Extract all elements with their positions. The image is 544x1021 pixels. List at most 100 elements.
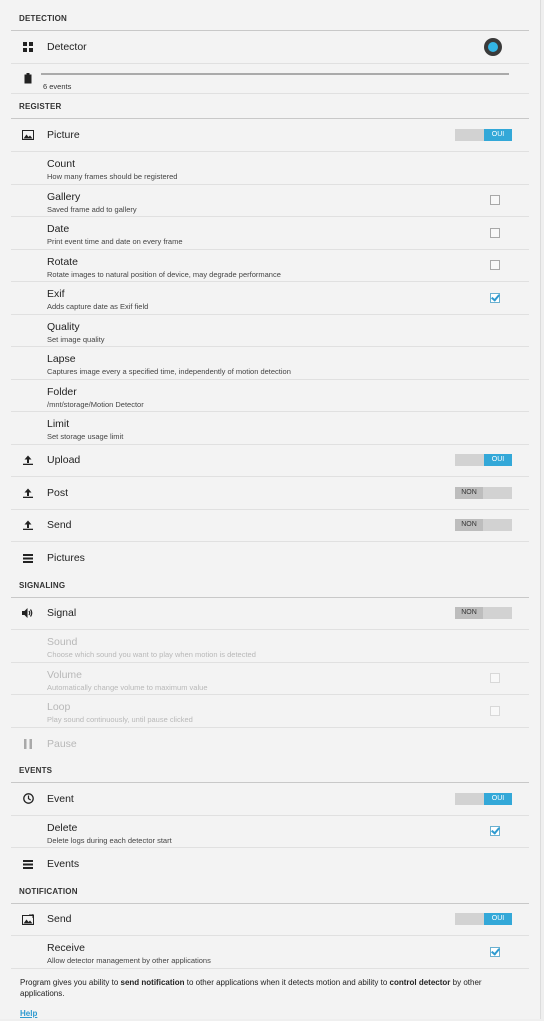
upload-toggle-label: OUI (484, 454, 512, 467)
picture-title: Picture (47, 129, 80, 141)
grid-icon (21, 40, 35, 54)
volume-row: Volume Automatically change volume to ma… (11, 663, 529, 695)
volume-checkbox (490, 673, 500, 684)
lapse-row[interactable]: Lapse Captures image every a specified t… (11, 347, 529, 380)
date-row[interactable]: Date Print event time and date on every … (11, 217, 529, 250)
detector-radio-dot (488, 42, 498, 52)
delete-title: Delete (47, 821, 78, 834)
exif-row[interactable]: Exif Adds capture date as Exif field (11, 282, 529, 315)
post-toggle-label: NON (455, 486, 483, 499)
signal-title: Signal (47, 607, 77, 620)
lapse-title: Lapse (47, 353, 76, 365)
receive-summary: Allow detector management by other appli… (47, 956, 211, 965)
detector-row[interactable]: Detector (11, 31, 529, 64)
speaker-icon (21, 606, 35, 620)
folder-row[interactable]: Folder /mnt/storage/Motion Detector (11, 380, 529, 412)
count-row[interactable]: Count How many frames should be register… (11, 152, 529, 185)
upload-toggle[interactable]: OUI (455, 454, 512, 467)
footer-text-1: Program gives you ability to (20, 977, 121, 987)
delete-summary: Delete logs during each detector start (47, 835, 172, 845)
notification-send-row[interactable]: Send OUI (11, 904, 529, 936)
footer-bold-2: control detector (389, 977, 451, 987)
section-header-register: REGISTER (11, 96, 529, 119)
receive-title: Receive (47, 942, 85, 954)
limit-summary: Set storage usage limit (47, 432, 124, 441)
receive-row[interactable]: Receive Allow detector management by oth… (11, 936, 529, 969)
upload-row[interactable]: Upload OUI (11, 445, 529, 477)
pause-row: Pause (11, 728, 529, 761)
exif-checkbox[interactable] (490, 292, 500, 303)
rotate-title: Rotate (47, 255, 78, 268)
signal-toggle-label: NON (455, 607, 483, 620)
section-header-events: EVENTS (11, 760, 529, 783)
loop-title: Loop (47, 701, 71, 713)
upload-icon (21, 486, 35, 500)
date-summary: Print event time and date on every frame (47, 237, 183, 246)
receive-checkbox[interactable] (490, 946, 500, 957)
count-title: Count (47, 158, 76, 170)
limit-row[interactable]: Limit Set storage usage limit (11, 412, 529, 445)
gallery-title: Gallery (47, 190, 81, 203)
loop-checkbox (490, 705, 500, 716)
detector-radio[interactable] (484, 38, 502, 56)
loop-row: Loop Play sound continuously, until paus… (11, 695, 529, 728)
folder-summary: /mnt/storage/Motion Detector (47, 399, 144, 409)
quality-row[interactable]: Quality Set image quality (11, 315, 529, 347)
event-toggle[interactable]: OUI (455, 792, 512, 805)
post-title: Post (47, 486, 69, 499)
event-title: Event (47, 792, 74, 805)
pictures-title: Pictures (47, 552, 85, 565)
upload-icon (21, 453, 35, 467)
sound-title: Sound (47, 636, 78, 648)
delete-checkbox[interactable] (490, 826, 500, 837)
signal-row[interactable]: Signal NON (11, 598, 529, 630)
events-seekbar[interactable] (41, 73, 509, 75)
post-row[interactable]: Post NON (11, 477, 529, 510)
upload-title: Upload (47, 454, 81, 467)
gallery-row[interactable]: Gallery Saved frame add to gallery (11, 185, 529, 217)
footer-text-2: to other applications when it detects mo… (184, 977, 390, 987)
date-checkbox[interactable] (490, 227, 500, 238)
rotate-summary: Rotate images to natural position of dev… (47, 269, 281, 279)
notification-send-title: Send (47, 913, 72, 926)
rotate-checkbox[interactable] (490, 260, 500, 271)
picture-toggle-label: OUI (484, 129, 512, 141)
rotate-row[interactable]: Rotate Rotate images to natural position… (11, 250, 529, 282)
folder-title: Folder (47, 385, 77, 398)
notification-send-toggle[interactable]: OUI (455, 913, 512, 926)
exif-title: Exif (47, 288, 65, 300)
section-header-detection: DETECTION (11, 8, 529, 31)
send-title: Send (47, 519, 72, 532)
post-toggle[interactable]: NON (455, 486, 512, 499)
limit-title: Limit (47, 418, 70, 430)
events-list-row[interactable]: Events (11, 848, 529, 881)
delete-row[interactable]: Delete Delete logs during each detector … (11, 816, 529, 848)
upload-icon (21, 518, 35, 532)
footer-description: Program gives you ability to send notifi… (11, 969, 529, 999)
pause-icon (21, 737, 35, 751)
lapse-summary: Captures image every a specified time, i… (47, 367, 291, 376)
signal-toggle[interactable]: NON (455, 607, 512, 620)
section-header-signaling: SIGNALING (11, 575, 529, 598)
detector-title: Detector (47, 41, 87, 53)
events-count-label: 6 events (43, 82, 72, 91)
notification-send-toggle-label: OUI (484, 913, 512, 926)
pause-title: Pause (47, 737, 77, 750)
footer-bold-1: send notification (120, 977, 185, 987)
picture-row[interactable]: Picture OUI (11, 119, 529, 152)
sound-summary: Choose which sound you want to play when… (47, 650, 256, 659)
battery-icon (21, 71, 35, 85)
pictures-row[interactable]: Pictures (11, 542, 529, 575)
help-link[interactable]: Help (20, 1009, 37, 1018)
settings-screen: DETECTION Detector 6 events REGISTER Pic… (0, 0, 541, 1019)
date-title: Date (47, 223, 70, 235)
gallery-checkbox[interactable] (490, 195, 500, 206)
image-send-icon (21, 912, 35, 926)
event-row[interactable]: Event OUI (11, 783, 529, 816)
send-row[interactable]: Send NON (11, 510, 529, 542)
send-toggle[interactable]: NON (455, 519, 512, 532)
events-count-row: 6 events (11, 64, 529, 94)
volume-summary: Automatically change volume to maximum v… (47, 682, 208, 692)
list-icon (21, 857, 35, 871)
picture-toggle[interactable]: OUI (455, 129, 512, 141)
